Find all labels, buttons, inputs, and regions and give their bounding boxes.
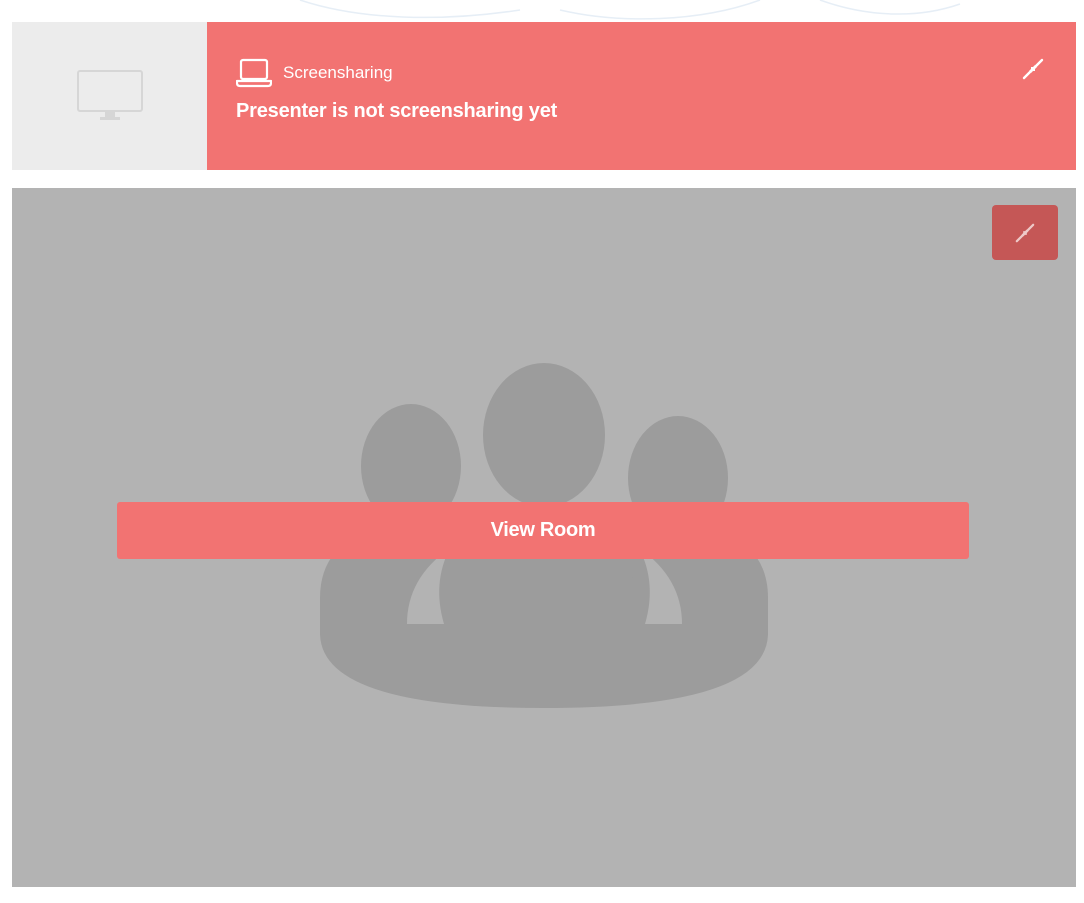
screenshare-collapse-button[interactable] [1020,56,1046,82]
laptop-icon [236,58,272,88]
page: Screensharing Presenter is not screensha… [0,0,1084,903]
screenshare-thumbnail [12,22,207,170]
compress-arrows-icon [1022,58,1044,80]
screenshare-panel: Screensharing Presenter is not screensha… [12,22,1076,170]
screenshare-status: Presenter is not screensharing yet [236,100,558,122]
room-panel: View Room [12,188,1076,887]
compress-arrows-icon [1015,223,1035,242]
room-collapse-button[interactable] [992,205,1058,260]
monitor-icon [76,70,143,120]
screenshare-title: Screensharing [283,63,393,82]
screenshare-info: Screensharing Presenter is not screensha… [207,22,1076,170]
screenshare-title-row: Screensharing [236,58,393,88]
view-room-button[interactable]: View Room [117,502,969,559]
